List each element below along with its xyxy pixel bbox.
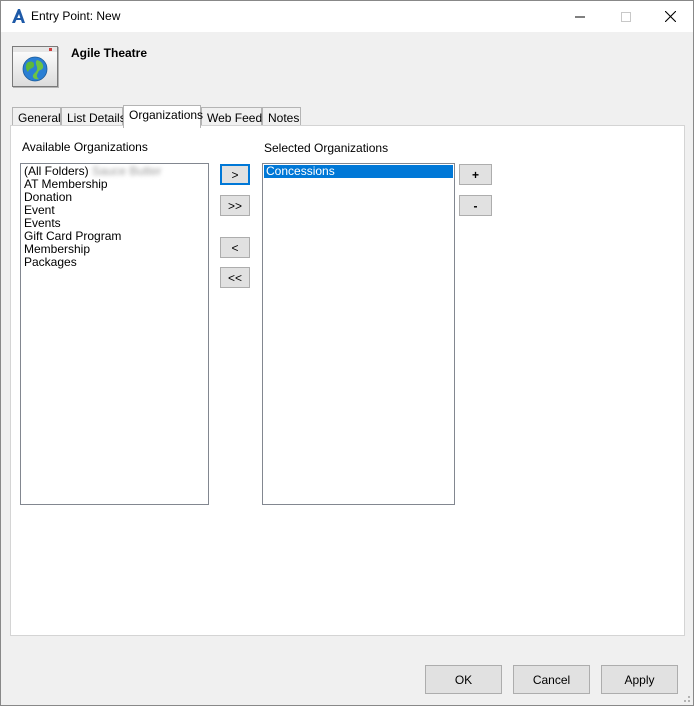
add-all-button[interactable]: >> xyxy=(220,195,250,216)
tab-web-feed[interactable]: Web Feed xyxy=(201,107,262,127)
minimize-icon xyxy=(575,16,585,17)
available-organizations-list[interactable]: (All Folders) Sauce Butter AT Membership… xyxy=(20,163,209,505)
selected-organizations-label: Selected Organizations xyxy=(264,141,389,155)
list-item[interactable]: Packages xyxy=(22,256,207,269)
tab-organizations[interactable]: Organizations xyxy=(123,105,203,128)
selected-organizations-list[interactable]: Concessions xyxy=(262,163,455,505)
list-item[interactable]: Concessions xyxy=(264,165,453,178)
minimize-button[interactable] xyxy=(557,1,603,32)
globe-icon xyxy=(12,46,58,87)
obscured-folder-name: Sauce Butter xyxy=(92,164,162,178)
close-button[interactable] xyxy=(647,1,693,32)
add-one-button[interactable]: > xyxy=(220,164,250,185)
entity-header: Agile Theatre xyxy=(1,32,693,98)
available-organizations-label: Available Organizations xyxy=(22,140,148,154)
tab-list-details[interactable]: List Details xyxy=(61,107,126,127)
remove-all-button[interactable]: << xyxy=(220,267,250,288)
remove-one-button[interactable]: < xyxy=(220,237,250,258)
close-icon xyxy=(664,11,676,22)
cancel-button[interactable]: Cancel xyxy=(513,665,590,694)
ok-button[interactable]: OK xyxy=(425,665,502,694)
maximize-icon xyxy=(621,11,631,22)
title-bar: Entry Point: New xyxy=(1,1,693,32)
tab-notes[interactable]: Notes xyxy=(262,107,301,127)
maximize-button[interactable] xyxy=(603,1,649,32)
organizations-panel: Available Organizations Selected Organiz… xyxy=(10,125,685,636)
tab-general[interactable]: General xyxy=(12,107,61,127)
resize-grip-icon[interactable] xyxy=(681,693,691,703)
entity-name: Agile Theatre xyxy=(71,46,148,60)
entry-point-dialog: Entry Point: New Agile Theatre General L… xyxy=(0,0,694,706)
move-up-button[interactable]: + xyxy=(459,164,492,185)
apply-button[interactable]: Apply xyxy=(601,665,678,694)
window-title: Entry Point: New xyxy=(31,9,121,23)
move-down-button[interactable]: - xyxy=(459,195,492,216)
app-logo-icon xyxy=(10,8,26,24)
